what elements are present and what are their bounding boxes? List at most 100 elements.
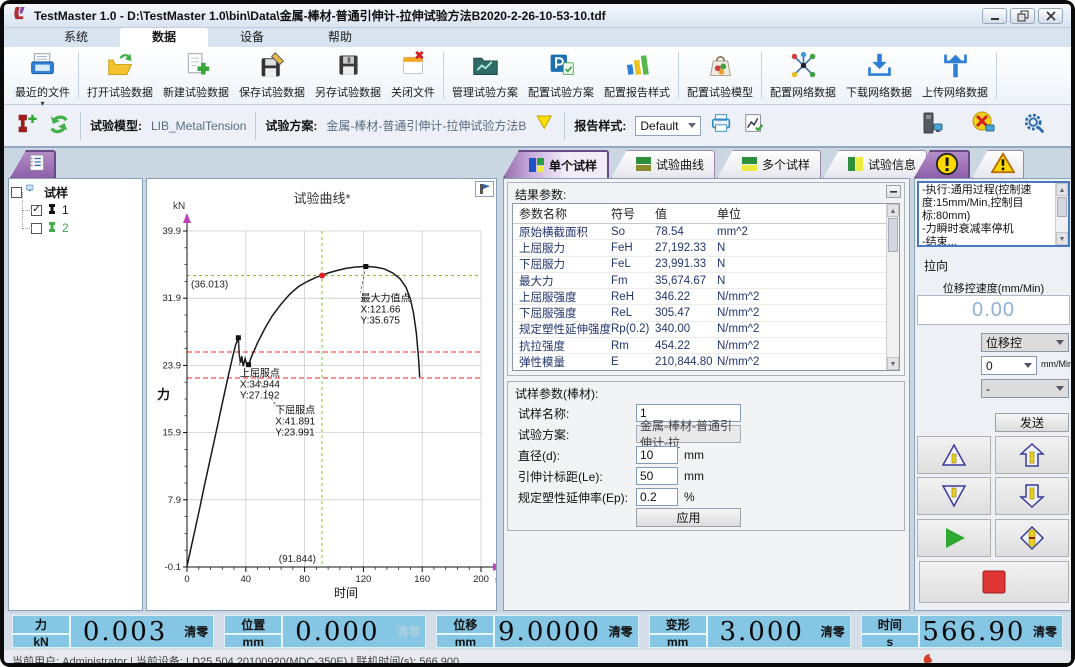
- chart-tool-button[interactable]: [475, 181, 494, 197]
- scroll-down-icon[interactable]: ▼: [1056, 232, 1068, 245]
- open-data-icon: [106, 51, 135, 83]
- tree-item-2[interactable]: 2: [19, 219, 140, 237]
- jog-down-button[interactable]: [995, 477, 1069, 515]
- send-button[interactable]: 发送: [995, 413, 1069, 432]
- tab-试验信息[interactable]: 试验信息: [823, 150, 927, 178]
- offline-status-icon[interactable]: [971, 110, 997, 141]
- results-row[interactable]: 弹性模量E210,844.80N/mm^2: [513, 354, 886, 370]
- menu-item-系统[interactable]: 系统: [32, 28, 120, 47]
- control-panel: -执行:通用过程(控制速度:15mm/Min,控制目标:80mm) -力瞬时衰减…: [914, 178, 1071, 611]
- manage-scheme-icon: [471, 51, 500, 83]
- refresh-icon[interactable]: [47, 111, 71, 140]
- jog-up-button[interactable]: [995, 436, 1069, 474]
- scroll-down-icon[interactable]: ▼: [887, 357, 899, 370]
- item-checkbox[interactable]: ✓: [31, 205, 42, 216]
- ribbon-button-下载网络数据[interactable]: 下载网络数据: [841, 49, 917, 102]
- start-button[interactable]: [917, 519, 991, 557]
- results-header-cell: 符号: [611, 205, 655, 222]
- gear-search-icon[interactable]: [1023, 111, 1047, 140]
- results-cell: 规定塑性延伸强度: [513, 321, 611, 337]
- clear-button[interactable]: 清零: [1028, 616, 1062, 647]
- results-scrollbar[interactable]: ▲ ▼: [886, 204, 899, 370]
- clear-button[interactable]: 清零: [604, 616, 638, 647]
- ribbon-button-上传网络数据[interactable]: 上传网络数据: [917, 49, 993, 102]
- ribbon-button-新建试验数据[interactable]: 新建试验数据: [158, 49, 234, 102]
- menu-item-帮助[interactable]: 帮助: [296, 28, 384, 47]
- scroll-up-icon[interactable]: ▲: [1056, 183, 1068, 196]
- chevron-down-icon: [1024, 363, 1032, 368]
- results-row[interactable]: 上屈服力FeH27,192.33N: [513, 240, 886, 256]
- restore-button[interactable]: [1010, 8, 1035, 24]
- results-header-row: 参数名称符号值单位: [513, 204, 886, 224]
- status-text: 当前用户: Administrator | 当前设备: LD25 504 201…: [12, 656, 459, 663]
- tab-specimen-list[interactable]: [10, 150, 56, 178]
- field-input[interactable]: 0.2: [636, 488, 678, 506]
- ribbon-button-另存试验数据[interactable]: 另存试验数据: [310, 49, 386, 102]
- control-mode-select[interactable]: 位移控: [981, 333, 1069, 352]
- collapse-results-button[interactable]: [886, 185, 901, 198]
- results-row[interactable]: 下屈服力FeL23,991.33N: [513, 257, 886, 273]
- tab-alarm-0[interactable]: [914, 150, 970, 178]
- scrollbar-thumb[interactable]: [888, 218, 898, 252]
- control-mode-value: 位移控: [986, 334, 1022, 351]
- machine-icon[interactable]: [919, 110, 945, 141]
- menu-item-设备[interactable]: 设备: [208, 28, 296, 47]
- tab-单个试样[interactable]: 单个试样: [503, 150, 609, 178]
- field-unit: %: [684, 490, 695, 504]
- clear-button[interactable]: 清零: [391, 616, 425, 647]
- report-style-select[interactable]: Default: [635, 116, 701, 136]
- ribbon-button-关闭文件[interactable]: 关闭文件: [386, 49, 440, 102]
- field-input[interactable]: 10: [636, 446, 678, 464]
- direction-label: 拉向: [924, 257, 948, 274]
- ribbon-button-保存试验数据[interactable]: 保存试验数据: [234, 49, 310, 102]
- results-cell: 下屈服力: [513, 256, 611, 272]
- tab-多个试样[interactable]: 多个试样: [717, 150, 821, 178]
- scroll-up-icon[interactable]: ▲: [887, 204, 899, 217]
- field-input[interactable]: 50: [636, 467, 678, 485]
- ribbon-button-打开试验数据[interactable]: 打开试验数据: [82, 49, 158, 102]
- scheme-warning-icon[interactable]: [535, 113, 555, 138]
- ribbon-button-最近的文件[interactable]: 最近的文件▾: [10, 49, 75, 102]
- close-button[interactable]: [1038, 8, 1063, 24]
- recent-files-icon: [28, 51, 57, 83]
- tree-item-1[interactable]: ✓1: [19, 201, 140, 219]
- minimize-button[interactable]: [982, 8, 1007, 24]
- item-checkbox[interactable]: [31, 223, 42, 234]
- results-cell: mm^2: [717, 226, 787, 238]
- ribbon-button-配置网络数据[interactable]: 配置网络数据: [765, 49, 841, 102]
- tab-alarm-1[interactable]: [972, 150, 1024, 178]
- setpoint-input[interactable]: 0: [981, 356, 1037, 375]
- stop-button[interactable]: [919, 561, 1069, 603]
- root-checkbox[interactable]: [11, 187, 22, 198]
- results-title: 结果参数:: [515, 186, 566, 203]
- aux-select[interactable]: -: [981, 379, 1069, 398]
- fast-down-button[interactable]: [917, 477, 991, 515]
- measure-unit: mm: [225, 635, 281, 649]
- fast-up-button[interactable]: [917, 436, 991, 474]
- results-row[interactable]: 规定塑性延伸强度Rp(0.2)340.00N/mm^2: [513, 322, 886, 338]
- svg-text:160: 160: [414, 574, 430, 585]
- results-row[interactable]: 最大力Fm35,674.67N: [513, 273, 886, 289]
- ribbon-button-管理试验方案[interactable]: 管理试验方案: [447, 49, 523, 102]
- tab-试验曲线[interactable]: 试验曲线: [611, 150, 715, 178]
- print-icon[interactable]: [710, 111, 734, 140]
- report-preview-icon[interactable]: [743, 111, 767, 140]
- menu-item-数据[interactable]: 数据: [120, 28, 208, 47]
- log-scrollbar[interactable]: ▲ ▼: [1055, 183, 1068, 245]
- process-log[interactable]: -执行:通用过程(控制速度:15mm/Min,控制目标:80mm) -力瞬时衰减…: [917, 181, 1070, 247]
- add-specimen-icon[interactable]: [14, 111, 38, 140]
- results-row[interactable]: 原始横截面积So78.54mm^2: [513, 224, 886, 240]
- clear-button[interactable]: 清零: [179, 616, 213, 647]
- scrollbar-thumb[interactable]: [1057, 197, 1067, 217]
- results-row[interactable]: 上屈服强度ReH346.22N/mm^2: [513, 289, 886, 305]
- clear-button[interactable]: 清零: [816, 616, 850, 647]
- results-cell: Fm: [611, 275, 655, 287]
- warn-triangle-icon: [991, 151, 1015, 178]
- clamp-button[interactable]: [995, 519, 1069, 557]
- ribbon-button-配置试验方案[interactable]: 配置试验方案: [523, 49, 599, 102]
- ribbon-button-配置报告样式[interactable]: 配置报告样式: [599, 49, 675, 102]
- results-row[interactable]: 抗拉强度Rm454.22N/mm^2: [513, 338, 886, 354]
- ribbon-button-配置试验模型[interactable]: 配置试验模型: [682, 49, 758, 102]
- apply-button[interactable]: 应用: [636, 508, 741, 527]
- results-row[interactable]: 下屈服强度ReL305.47N/mm^2: [513, 305, 886, 321]
